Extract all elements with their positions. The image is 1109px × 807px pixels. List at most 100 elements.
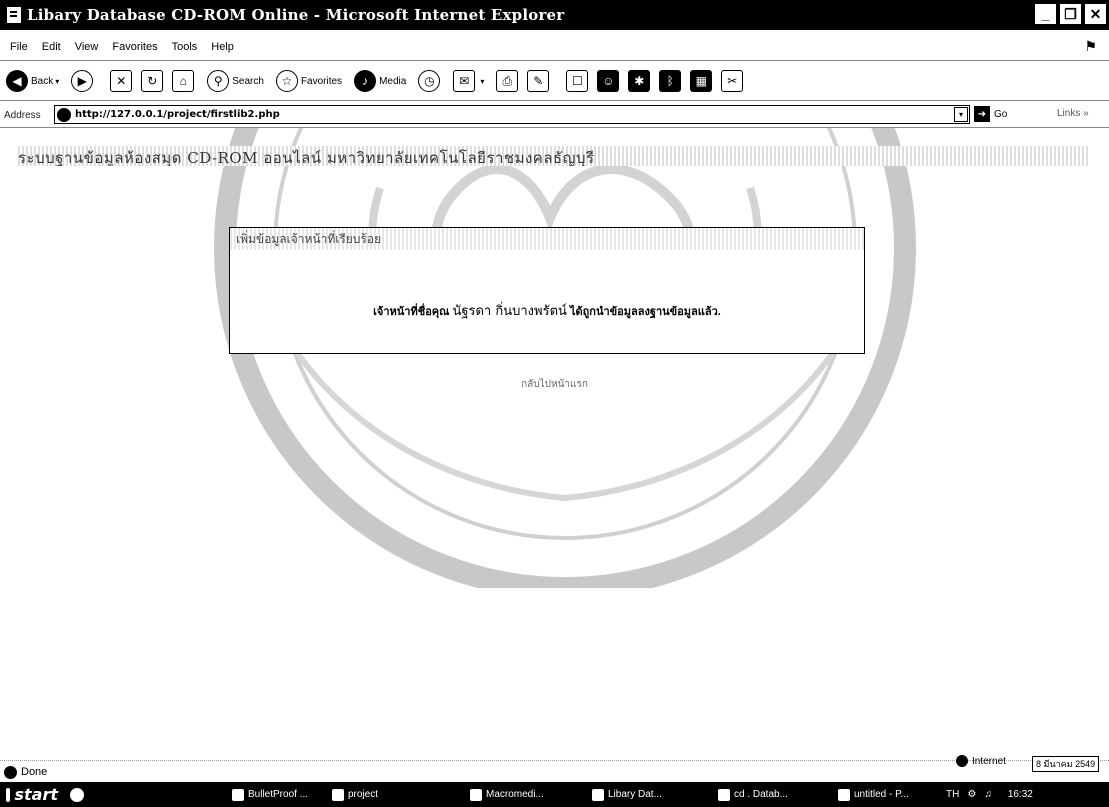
clock: 16:32 bbox=[1007, 789, 1033, 800]
bluetooth-button[interactable]: ᛒ bbox=[659, 70, 684, 92]
forward-arrow-icon: ▶ bbox=[71, 70, 94, 92]
taskbar-item-project[interactable]: project bbox=[332, 786, 378, 803]
quick-launch-icon[interactable] bbox=[70, 787, 84, 802]
print-button[interactable]: ⎙ bbox=[496, 70, 521, 92]
menu-help[interactable]: Help bbox=[211, 41, 234, 53]
taskbar-item-bulletproof[interactable]: BulletProof ... bbox=[232, 786, 308, 803]
start-label: start bbox=[14, 785, 58, 804]
menu-edit[interactable]: Edit bbox=[42, 41, 61, 53]
message-prefix: เจ้าหน้าที่ชื่อคุณ bbox=[373, 306, 450, 318]
menu-bar: File Edit View Favorites Tools Help ⚑ bbox=[0, 38, 1109, 56]
stop-icon: ✕ bbox=[110, 70, 133, 92]
refresh-icon: ↻ bbox=[141, 70, 164, 92]
ie-page-icon bbox=[6, 6, 22, 24]
star-icon: ☆ bbox=[275, 70, 298, 92]
research-button[interactable]: ✱ bbox=[628, 70, 653, 92]
calendar-button[interactable]: ▦ bbox=[690, 70, 715, 92]
toolbar: ◀ Back ▾ ▶ ✕ ↻ ⌂ ⚲ Search ☆ Favorites ♪ … bbox=[0, 66, 1109, 96]
ie-icon bbox=[592, 788, 604, 801]
date-display: 8 มีนาคม 2549 bbox=[1032, 756, 1100, 772]
window-title: Libary Database CD-ROM Online - Microsof… bbox=[27, 6, 565, 24]
zone-label: Internet bbox=[972, 755, 1006, 767]
address-label: Address bbox=[4, 109, 41, 121]
taskbar-item-macromedia[interactable]: Macromedi... bbox=[470, 786, 544, 803]
volume-icon[interactable]: ♫ bbox=[984, 789, 992, 800]
media-icon: ♪ bbox=[354, 70, 377, 92]
taskbar: start BulletProof ... project Macromedi.… bbox=[0, 782, 1109, 807]
system-tray: TH ⚙ ♫ 16:32 bbox=[946, 782, 1033, 807]
back-button[interactable]: ◀ Back ▾ bbox=[6, 70, 65, 92]
taskbar-item-label: Libary Dat... bbox=[608, 789, 662, 800]
start-button[interactable]: start bbox=[0, 782, 58, 807]
taskbar-item-label: untitled - P... bbox=[854, 789, 909, 800]
go-button[interactable]: ➜ Go bbox=[974, 106, 1007, 122]
windows-flag-icon: ⚑ bbox=[1084, 38, 1097, 54]
minimize-button[interactable]: _ bbox=[1034, 3, 1057, 25]
language-indicator[interactable]: TH bbox=[946, 789, 959, 800]
windows-logo-icon bbox=[6, 787, 11, 802]
home-button[interactable]: ⌂ bbox=[172, 70, 197, 92]
tool-button[interactable]: ✂ bbox=[721, 70, 746, 92]
taskbar-item-libary[interactable]: Libary Dat... bbox=[592, 786, 662, 803]
go-label: Go bbox=[994, 108, 1008, 120]
home-icon: ⌂ bbox=[172, 70, 195, 92]
menu-file[interactable]: File bbox=[10, 41, 28, 53]
page-done-icon bbox=[4, 765, 17, 779]
messenger-icon: ☺ bbox=[597, 70, 620, 92]
tray-icon[interactable]: ⚙ bbox=[967, 789, 976, 800]
refresh-button[interactable]: ↻ bbox=[141, 70, 166, 92]
menu-tools[interactable]: Tools bbox=[172, 41, 198, 53]
tool-icon: ✂ bbox=[721, 70, 744, 92]
search-label: Search bbox=[232, 75, 264, 87]
edit-button[interactable]: ✎ bbox=[527, 70, 552, 92]
folder-icon bbox=[332, 788, 344, 801]
stop-button[interactable]: ✕ bbox=[110, 70, 135, 92]
page-content: ระบบฐานข้อมูลห้องสมุด CD-ROM ออนไลน์ มหา… bbox=[0, 128, 1109, 758]
status-bar: Done Internet 8 มีนาคม 2549 bbox=[0, 755, 1109, 783]
address-dropdown-icon[interactable]: ▾ bbox=[954, 107, 968, 122]
taskbar-item-label: project bbox=[348, 789, 379, 800]
page-icon bbox=[57, 107, 71, 122]
mail-icon: ✉ bbox=[453, 70, 476, 92]
maximize-button[interactable]: ❐ bbox=[1059, 3, 1082, 25]
mail-dropdown-icon[interactable]: ▾ bbox=[480, 77, 484, 86]
address-input[interactable]: http://127.0.0.1/project/firstlib2.php ▾ bbox=[54, 105, 970, 124]
message-box: เพิ่มข้อมูลเจ้าหน้าที่เรียบร้อย เจ้าหน้า… bbox=[229, 227, 865, 354]
status-text: Done bbox=[21, 766, 48, 778]
edit-icon: ✎ bbox=[527, 70, 550, 92]
taskbar-item-label: cd . Datab... bbox=[734, 789, 788, 800]
folder-icon bbox=[718, 788, 730, 801]
back-dropdown-icon[interactable]: ▾ bbox=[55, 77, 59, 86]
forward-button[interactable]: ▶ bbox=[71, 70, 96, 92]
close-button[interactable]: ✕ bbox=[1084, 3, 1107, 25]
title-bar: Libary Database CD-ROM Online - Microsof… bbox=[0, 0, 1109, 30]
print-icon: ⎙ bbox=[496, 70, 519, 92]
taskbar-item-untitled[interactable]: untitled - P... bbox=[838, 786, 909, 803]
university-seal-watermark bbox=[214, 128, 916, 588]
discuss-button[interactable]: ☐ bbox=[566, 70, 591, 92]
favorites-button[interactable]: ☆ Favorites bbox=[275, 70, 342, 92]
taskbar-item-label: Macromedi... bbox=[486, 789, 544, 800]
message-suffix: ได้ถูกนำข้อมูลลงฐานข้อมูลแล้ว. bbox=[569, 306, 721, 318]
taskbar-item-label: BulletProof ... bbox=[248, 789, 309, 800]
page-heading: ระบบฐานข้อมูลห้องสมุด CD-ROM ออนไลน์ มหา… bbox=[18, 146, 1088, 166]
media-button[interactable]: ♪ Media bbox=[354, 70, 406, 92]
history-button[interactable]: ◷ bbox=[418, 70, 443, 92]
links-button[interactable]: Links » bbox=[1057, 108, 1089, 119]
discuss-icon: ☐ bbox=[566, 70, 589, 92]
back-label: Back bbox=[31, 75, 54, 87]
calendar-icon: ▦ bbox=[690, 70, 713, 92]
menu-view[interactable]: View bbox=[75, 41, 99, 53]
staff-name: นัฐรดา กิ่นบางพรัตน์ bbox=[452, 304, 567, 319]
mail-button[interactable]: ✉ ▾ bbox=[453, 70, 490, 92]
taskbar-item-cd-database[interactable]: cd . Datab... bbox=[718, 786, 788, 803]
search-button[interactable]: ⚲ Search bbox=[207, 70, 264, 92]
messenger-button[interactable]: ☺ bbox=[597, 70, 622, 92]
links-label: Links bbox=[1057, 108, 1081, 119]
back-arrow-icon: ◀ bbox=[6, 70, 28, 92]
back-to-home-link[interactable]: กลับไปหน้าแรก bbox=[0, 377, 1109, 392]
address-url[interactable]: http://127.0.0.1/project/firstlib2.php bbox=[75, 109, 280, 120]
menu-favorites[interactable]: Favorites bbox=[112, 41, 157, 53]
go-arrow-icon: ➜ bbox=[974, 106, 990, 122]
history-icon: ◷ bbox=[418, 70, 441, 92]
